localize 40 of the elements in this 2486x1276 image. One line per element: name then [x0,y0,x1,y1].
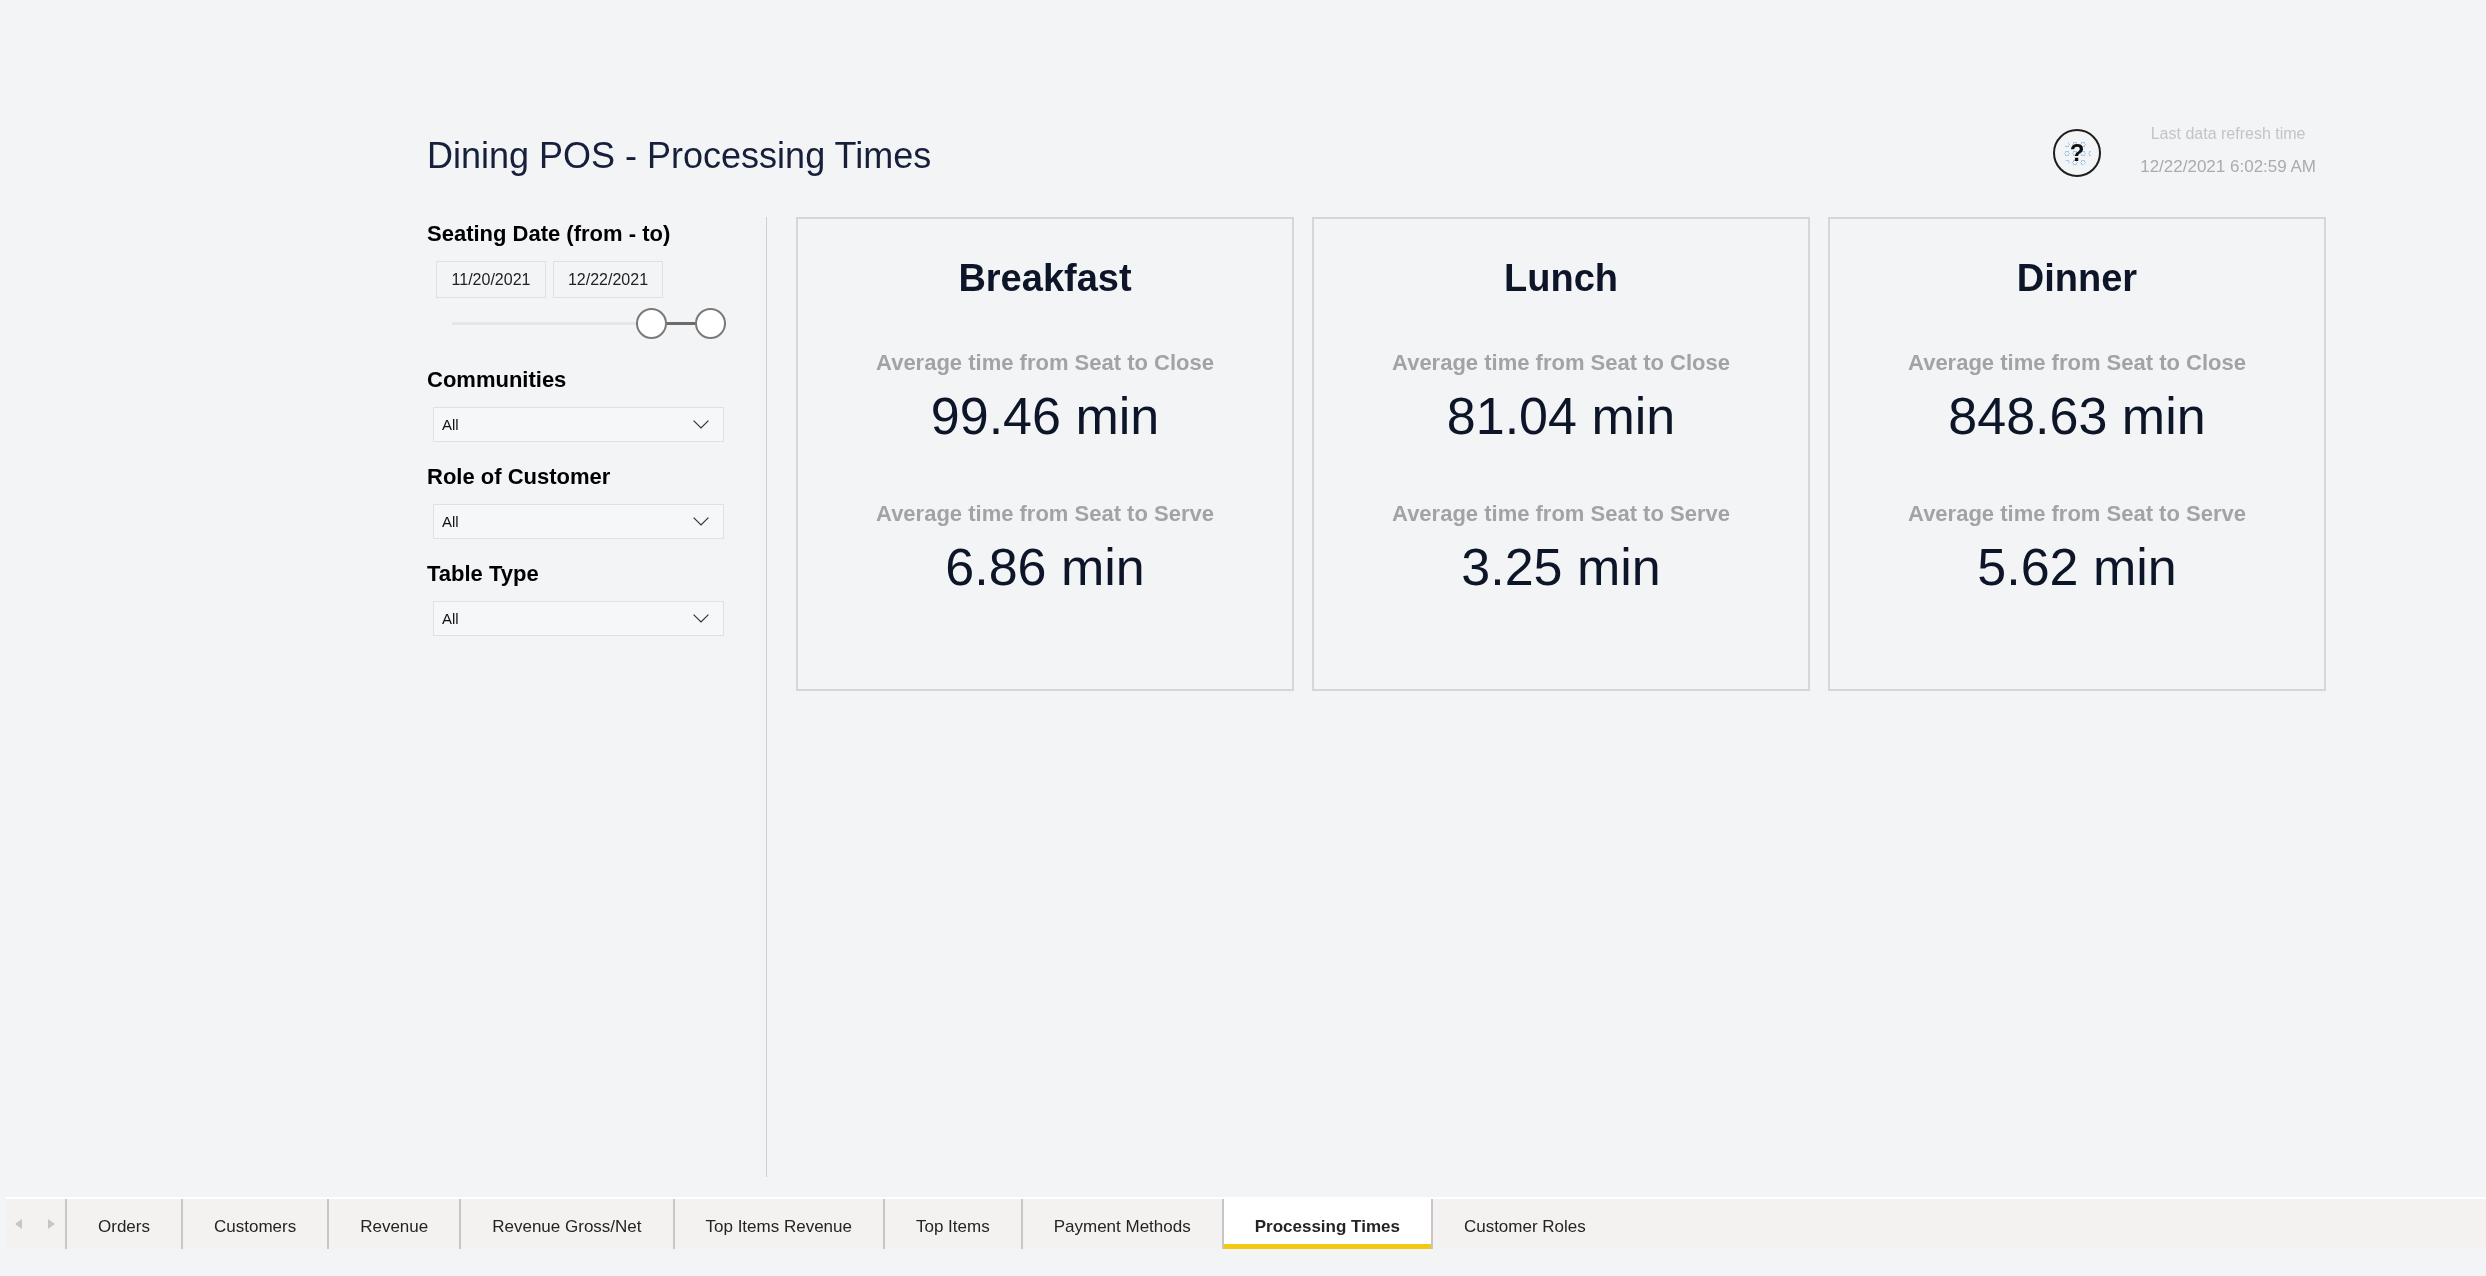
slider-handle[interactable] [635,308,667,339]
metric-value: 6.86 min [945,537,1145,597]
filter-label: Table Type [427,560,539,588]
page-tab[interactable]: Customer Roles [1430,1199,1617,1249]
help-button[interactable]: ? [2053,129,2102,177]
chevron-down-icon [693,614,709,623]
page-tab[interactable]: Top Items Revenue [672,1199,883,1249]
slider-handle[interactable] [695,308,726,339]
page-tab[interactable]: Revenue [327,1199,460,1249]
page-tab[interactable]: Orders [65,1199,181,1249]
metric-value: 848.63 min [1948,386,2206,446]
card-title: Dinner [2016,256,2138,301]
chevron-down-icon [693,420,709,429]
filter-dropdown[interactable]: All [433,407,724,442]
metric-label: Average time from Seat to Close [1392,349,1730,377]
page-tab[interactable]: Processing Times [1221,1199,1431,1249]
metric-label: Average time from Seat to Serve [1392,500,1730,528]
metric-label: Average time from Seat to Serve [876,500,1214,528]
metric-label: Average time from Seat to Serve [1908,500,2246,528]
metric-value: 99.46 min [930,386,1160,446]
filter-label: Role of Customer [427,463,611,491]
page-tab[interactable]: Top Items [883,1199,1021,1249]
filter-dropdown[interactable]: All [433,601,724,636]
metric-value: 3.25 min [1461,537,1661,597]
end-date-field[interactable]: 12/22/2021 [553,261,663,298]
refresh-time: 12/22/2021 6:02:59 AM [2140,156,2316,178]
filter-label: Seating Date (from - to) [427,220,671,248]
card-title: Lunch [1504,256,1618,301]
metric-label: Average time from Seat to Close [876,349,1214,377]
page-tab[interactable]: Customers [180,1199,328,1249]
metric-value: 5.62 min [1977,537,2177,597]
metric-value: 81.04 min [1446,386,1676,446]
page-tab[interactable]: Revenue Gross/Net [459,1199,673,1249]
chevron-down-icon [693,517,709,526]
filter-dropdown[interactable]: All [433,504,724,539]
report-title: Dining POS - Processing Times [427,134,932,178]
card-title: Breakfast [958,256,1132,301]
start-date-field[interactable]: 11/20/2021 [436,261,546,298]
filter-label: Communities [427,366,567,394]
metric-label: Average time from Seat to Close [1908,349,2246,377]
